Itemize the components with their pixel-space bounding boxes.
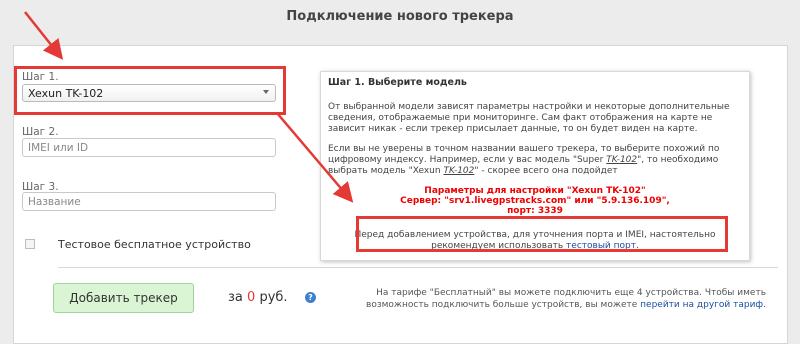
arrow-to-test-port bbox=[276, 112, 354, 203]
arrow-to-step1 bbox=[24, 11, 64, 60]
annotation-arrows bbox=[24, 11, 354, 203]
